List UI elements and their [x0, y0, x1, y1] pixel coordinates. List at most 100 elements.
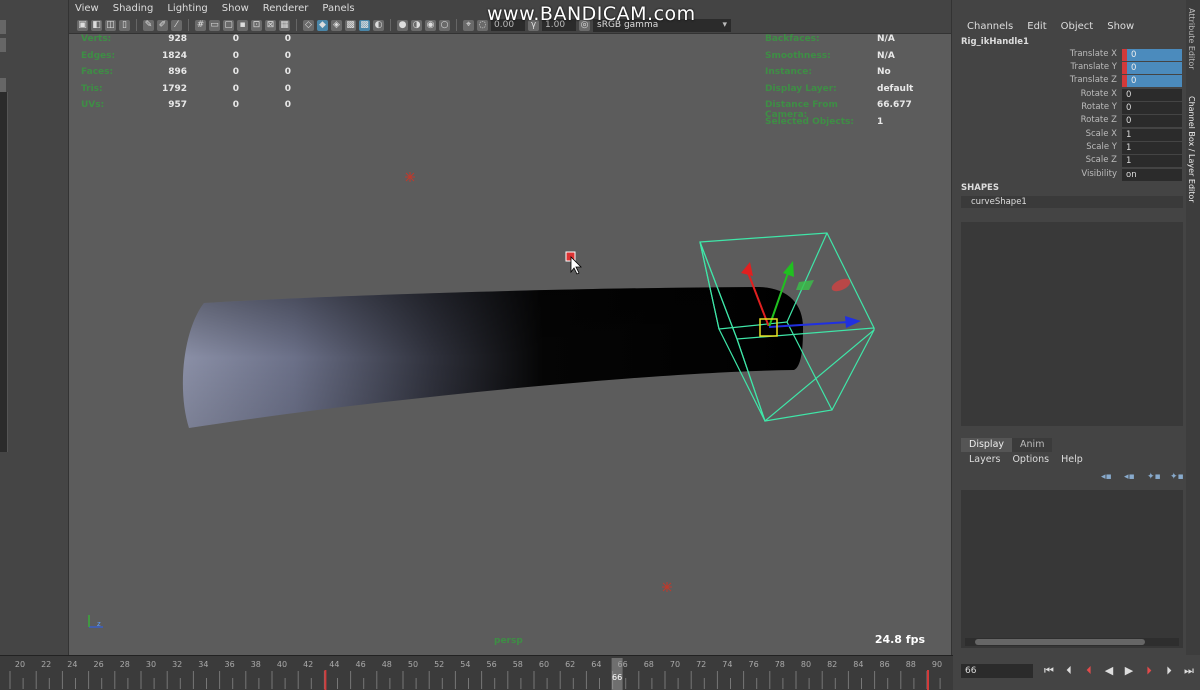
- step-forward-key-icon[interactable]: ⏵: [1141, 664, 1157, 678]
- use-all-lights-icon[interactable]: ●: [397, 19, 408, 31]
- menu-options[interactable]: Options: [1012, 454, 1049, 465]
- play-backwards-icon[interactable]: ◀: [1101, 664, 1117, 678]
- menu-help[interactable]: Help: [1061, 454, 1083, 465]
- menu-edit[interactable]: Edit: [1027, 21, 1046, 32]
- attr-value[interactable]: 1: [1122, 142, 1182, 154]
- tab-display[interactable]: Display: [961, 438, 1013, 452]
- menu-show[interactable]: Show: [222, 3, 249, 14]
- move-layer-down-icon[interactable]: ◂▪: [1124, 472, 1138, 482]
- tab-anim[interactable]: Anim: [1012, 438, 1053, 452]
- field-chart-icon[interactable]: ⊡: [251, 19, 262, 31]
- hud-row: Smoothness: N/A: [765, 50, 895, 61]
- shape-node-row[interactable]: curveShape1: [961, 196, 1183, 208]
- timeline-tick-label: 62: [565, 660, 575, 669]
- camera-attributes-icon[interactable]: ◧: [91, 19, 102, 31]
- attr-value[interactable]: 0: [1127, 62, 1182, 74]
- wireframe-icon[interactable]: ◇: [303, 19, 314, 31]
- 2d-pan-icon[interactable]: ✎: [143, 19, 154, 31]
- menu-object[interactable]: Object: [1061, 21, 1094, 32]
- attr-rotate-z[interactable]: Rotate Z0: [953, 115, 1183, 128]
- menu-view[interactable]: View: [75, 3, 99, 14]
- timeline-tick-label: 58: [513, 660, 523, 669]
- time-slider[interactable]: 20 22 24 26 28 30 32 34 36 38 40 42 44 46 48 50 52 54 56 58…: [0, 655, 953, 690]
- new-layer-selected-icon[interactable]: ✦▪: [1170, 472, 1184, 482]
- timeline-tick-label: 38: [251, 660, 261, 669]
- attr-visibility[interactable]: Visibility on: [953, 169, 1183, 182]
- step-back-frame-icon[interactable]: ⏴: [1061, 664, 1077, 678]
- step-forward-frame-icon[interactable]: ⏵: [1161, 664, 1177, 678]
- film-gate-icon[interactable]: ▭: [209, 19, 220, 31]
- draw-icon[interactable]: ⁄: [171, 19, 182, 31]
- xray-icon[interactable]: ◐: [373, 19, 384, 31]
- go-to-start-icon[interactable]: ⏮: [1041, 664, 1057, 678]
- left-panel-edge: [0, 92, 8, 452]
- menu-lighting[interactable]: Lighting: [167, 3, 207, 14]
- current-frame-field[interactable]: 66: [961, 664, 1033, 678]
- attr-scale-y[interactable]: Scale Y1: [953, 142, 1183, 155]
- tool-strip-mark[interactable]: [0, 78, 6, 92]
- layer-list[interactable]: [961, 490, 1183, 648]
- menu-show[interactable]: Show: [1107, 21, 1134, 32]
- hud-row: Verts: 928 0 0: [81, 34, 291, 44]
- menu-shading[interactable]: Shading: [113, 3, 154, 14]
- grid-icon[interactable]: #: [195, 19, 206, 31]
- timeline-tick-label: 44: [329, 660, 339, 669]
- menu-panels[interactable]: Panels: [322, 3, 354, 14]
- isolate-select-icon[interactable]: ⌖: [463, 19, 474, 31]
- gate-mask-icon[interactable]: ▪: [237, 19, 248, 31]
- attr-value[interactable]: on: [1122, 169, 1182, 181]
- shadows-icon[interactable]: ◑: [411, 19, 422, 31]
- new-empty-layer-icon[interactable]: ✦▪: [1147, 472, 1161, 482]
- side-tab-strip: Attribute Editor Channel Box / Layer Edi…: [1186, 0, 1200, 655]
- safe-action-icon[interactable]: ⊠: [265, 19, 276, 31]
- menu-layers[interactable]: Layers: [969, 454, 1000, 465]
- menu-channels[interactable]: Channels: [967, 21, 1013, 32]
- timeline-tick-label: 24: [67, 660, 77, 669]
- wireframe-on-shaded-icon[interactable]: ▩: [359, 19, 370, 31]
- attr-scale-x[interactable]: Scale X1: [953, 129, 1183, 142]
- textured-icon[interactable]: ▩: [345, 19, 356, 31]
- camera-icon[interactable]: ▣: [77, 19, 88, 31]
- move-layer-up-icon[interactable]: ◂▪: [1101, 472, 1115, 482]
- layer-scrollbar[interactable]: [965, 638, 1179, 646]
- 3d-viewport[interactable]: z View Shading Lighting Show Renderer Pa…: [68, 0, 952, 655]
- attr-value[interactable]: 0: [1127, 75, 1182, 87]
- attr-translate-z[interactable]: Translate Z0: [953, 75, 1183, 88]
- timeline-tick-label: 54: [460, 660, 470, 669]
- attr-value[interactable]: 1: [1122, 155, 1182, 167]
- attr-translate-x[interactable]: Translate X0: [953, 49, 1183, 62]
- bookmark-icon[interactable]: ◫: [105, 19, 116, 31]
- tab-channel-box-layer-editor[interactable]: Channel Box / Layer Editor: [1187, 96, 1196, 203]
- attr-rotate-y[interactable]: Rotate Y0: [953, 102, 1183, 115]
- attr-translate-y[interactable]: Translate Y0: [953, 62, 1183, 75]
- grease-pencil-icon[interactable]: ✐: [157, 19, 168, 31]
- image-plane-icon[interactable]: ▯: [119, 19, 130, 31]
- play-forwards-icon[interactable]: ▶: [1121, 664, 1137, 678]
- resolution-gate-icon[interactable]: ▢: [223, 19, 234, 31]
- timeline-tick-label: 86: [880, 660, 890, 669]
- default-material-icon[interactable]: ◈: [331, 19, 342, 31]
- menu-renderer[interactable]: Renderer: [263, 3, 309, 14]
- scrollbar-thumb[interactable]: [975, 639, 1145, 645]
- tool-strip-mark[interactable]: [0, 20, 6, 34]
- attr-value[interactable]: 0: [1122, 89, 1182, 101]
- time-slider-ruler[interactable]: 20 22 24 26 28 30 32 34 36 38 40 42 44 46 48 50 52 54 56 58…: [0, 656, 953, 690]
- attr-value[interactable]: 0: [1122, 115, 1182, 127]
- attr-rotate-x[interactable]: Rotate X0: [953, 89, 1183, 102]
- attr-scale-z[interactable]: Scale Z1: [953, 155, 1183, 168]
- screen-space-ao-icon[interactable]: ◉: [425, 19, 436, 31]
- attr-value[interactable]: 0: [1122, 102, 1182, 114]
- attr-value[interactable]: 0: [1127, 49, 1182, 61]
- step-back-key-icon[interactable]: ⏴: [1081, 664, 1097, 678]
- keyframe-marker[interactable]: [324, 670, 327, 690]
- keyframe-marker[interactable]: [927, 670, 929, 690]
- tab-attribute-editor[interactable]: Attribute Editor: [1187, 8, 1196, 70]
- motion-blur-icon[interactable]: ○: [439, 19, 450, 31]
- smooth-shade-icon[interactable]: ◆: [317, 19, 328, 31]
- channel-box-menu: Channels Edit Object Show: [953, 17, 1186, 35]
- tool-strip-mark[interactable]: [0, 38, 6, 52]
- hud-row: Tris: 1792 0 0: [81, 83, 291, 94]
- safe-title-icon[interactable]: ▦: [279, 19, 290, 31]
- go-to-end-icon[interactable]: ⏭: [1181, 664, 1197, 678]
- attr-value[interactable]: 1: [1122, 129, 1182, 141]
